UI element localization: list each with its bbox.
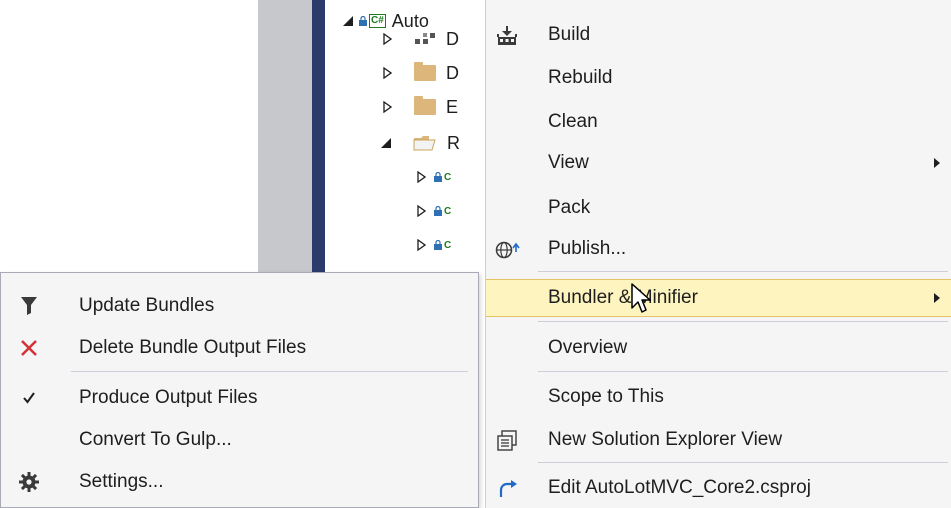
submenu-item-label: Update Bundles [79,295,215,316]
submenu-item-convert-gulp[interactable]: Convert To Gulp... [1,419,478,461]
menu-item-label: Build [548,24,591,45]
menu-item-clean[interactable]: Clean [486,103,951,141]
dependencies-icon [415,33,435,44]
submenu-item-label: Delete Bundle Output Files [79,337,307,358]
menu-item-label: Scope to This [548,386,664,407]
tree-row-folder-e[interactable]: E [383,90,458,124]
submenu-item-update-bundles[interactable]: Update Bundles [1,285,478,327]
funnel-icon [17,294,41,318]
tree-row-dependencies[interactable]: D [383,22,459,56]
menu-separator [538,271,948,272]
expanded-arrow-icon[interactable] [381,138,391,148]
submenu-item-label: Settings... [79,471,164,492]
tree-row-folder-r[interactable]: R [381,126,460,160]
menu-item-label: Rebuild [548,67,613,88]
mouse-cursor-icon [631,283,651,313]
submenu-arrow-icon [934,293,940,303]
menu-item-new-explorer-view[interactable]: New Solution Explorer View [486,421,951,459]
submenu-item-label: Convert To Gulp... [79,429,232,450]
explorer-selection-bar [312,0,325,300]
tree-row-file[interactable]: C [417,160,451,194]
menu-separator [538,321,948,322]
csharp-file-icon: C [444,171,452,183]
menu-item-label: Overview [548,337,628,358]
folder-icon [414,62,436,81]
new-explorer-view-icon [494,428,520,454]
menu-item-pack[interactable]: Pack [486,189,951,227]
solution-explorer-tree: C# Auto D D E R C C C [325,0,485,300]
lock-icon [359,16,367,26]
submenu-item-produce-output[interactable]: Produce Output Files [1,377,478,419]
gear-icon [17,470,41,494]
delete-x-icon [17,336,41,360]
menu-item-rebuild[interactable]: Rebuild [486,59,951,97]
tree-row-label: E [446,96,459,117]
collapsed-arrow-icon[interactable] [383,33,392,45]
tree-row-label: R [447,132,460,153]
menu-item-label: Pack [548,197,591,218]
menu-item-label: Publish... [548,238,627,259]
explorer-scroll-gutter [258,0,312,300]
tree-row-label: D [446,62,459,83]
menu-item-label: Edit AutoLotMVC_Core2.csproj [548,477,811,498]
menu-item-publish[interactable]: Publish... [486,230,951,268]
tree-row-folder-d[interactable]: D [383,56,459,90]
csharp-file-icon: C [444,239,452,251]
menu-separator [538,462,948,463]
tree-row-label: D [446,28,459,49]
submenu-arrow-icon [934,158,940,168]
menu-item-label: Clean [548,111,598,132]
menu-item-label: View [548,152,589,173]
folder-icon [414,96,436,115]
menu-item-view[interactable]: View [486,144,951,182]
open-folder-icon [413,136,436,151]
checkmark-icon [17,386,41,410]
menu-item-label: Bundler & Minifier [548,287,698,308]
edit-arrow-icon [494,476,520,502]
lock-icon [434,206,442,216]
expanded-arrow-icon[interactable] [343,16,353,26]
submenu-item-delete-output[interactable]: Delete Bundle Output Files [1,327,478,369]
menu-item-build[interactable]: Build [486,16,951,54]
csharp-file-icon: C [444,205,452,217]
menu-item-scope-to-this[interactable]: Scope to This [486,378,951,416]
menu-separator [538,371,948,372]
menu-separator [71,371,468,372]
bundler-minifier-submenu: Update Bundles Delete Bundle Output File… [0,272,479,508]
build-icon [494,23,520,49]
lock-icon [434,172,442,182]
collapsed-arrow-icon[interactable] [417,171,426,183]
menu-item-bundler-minifier[interactable]: Bundler & Minifier [486,279,951,317]
menu-item-label: New Solution Explorer View [548,429,783,450]
collapsed-arrow-icon[interactable] [383,67,392,79]
submenu-item-label: Produce Output Files [79,387,258,408]
project-context-menu: Build Rebuild Clean View Pack Publish...… [485,0,951,508]
tree-row-file[interactable]: C [417,228,451,262]
lock-icon [434,240,442,250]
tree-row-file[interactable]: C [417,194,451,228]
collapsed-arrow-icon[interactable] [417,239,426,251]
collapsed-arrow-icon[interactable] [417,205,426,217]
submenu-item-settings[interactable]: Settings... [1,461,478,503]
publish-globe-icon [494,237,520,263]
menu-item-edit-csproj[interactable]: Edit AutoLotMVC_Core2.csproj [486,469,951,507]
collapsed-arrow-icon[interactable] [383,101,392,113]
menu-item-overview[interactable]: Overview [486,329,951,367]
